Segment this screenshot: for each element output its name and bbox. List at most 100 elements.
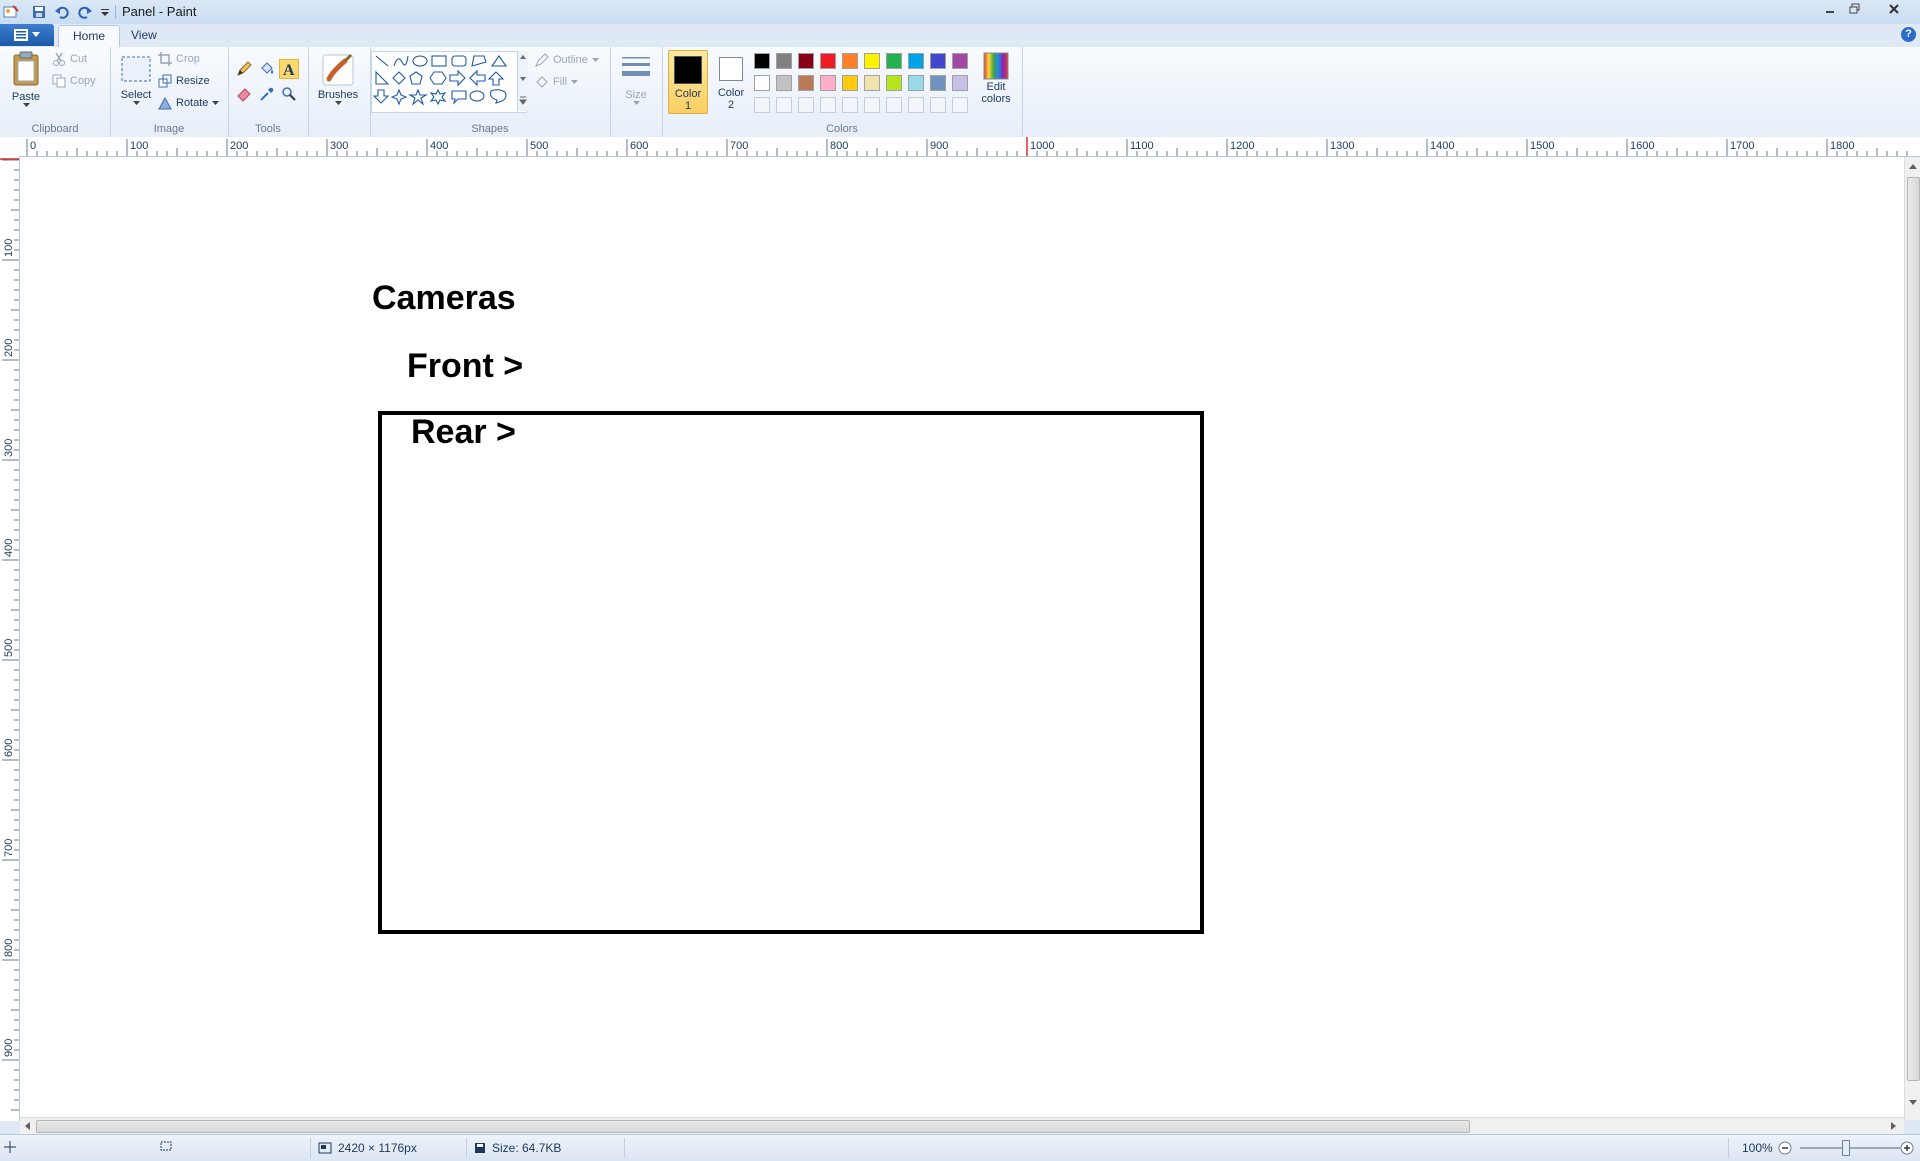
paint-app-icon[interactable] — [2, 3, 20, 21]
cut-button[interactable]: Cut — [52, 52, 87, 66]
palette-color-swatch[interactable] — [754, 75, 770, 91]
zoom-slider-thumb[interactable] — [1842, 1140, 1850, 1156]
vertical-scrollbar[interactable] — [1904, 157, 1920, 1120]
vertical-scroll-thumb[interactable] — [1907, 177, 1920, 1081]
palette-color-swatch[interactable] — [798, 53, 814, 69]
pencil-icon — [237, 61, 252, 76]
color2-swatch — [719, 57, 743, 81]
copy-button[interactable]: Copy — [52, 74, 96, 88]
color2-number: 2 — [727, 99, 735, 111]
zoom-out-button[interactable] — [1778, 1141, 1792, 1155]
customize-arrow-icon[interactable] — [96, 3, 114, 21]
palette-color-swatch[interactable] — [754, 53, 770, 69]
outline-button[interactable]: Outline — [535, 53, 599, 67]
dropdown-arrow-icon — [571, 79, 579, 84]
dropdown-arrow-icon — [212, 100, 220, 105]
palette-color-swatch[interactable] — [776, 53, 792, 69]
scroll-down-arrow-icon[interactable] — [1905, 1097, 1920, 1109]
text-tool[interactable]: A — [279, 59, 299, 79]
drawing-canvas[interactable]: Cameras Front > Rear > — [20, 157, 1904, 1120]
brushes-button[interactable]: Brushes — [314, 51, 362, 106]
palette-custom-slot[interactable] — [930, 97, 946, 113]
undo-icon[interactable] — [53, 3, 71, 21]
palette-custom-slot[interactable] — [754, 97, 770, 113]
rotate-button[interactable]: Rotate — [158, 96, 220, 110]
tab-view[interactable]: View — [117, 25, 171, 46]
palette-color-swatch[interactable] — [864, 75, 880, 91]
palette-color-swatch[interactable] — [886, 53, 902, 69]
eraser-tool[interactable] — [234, 84, 254, 104]
palette-color-swatch[interactable] — [930, 53, 946, 69]
palette-color-swatch[interactable] — [798, 75, 814, 91]
shapes-gallery — [371, 51, 527, 113]
fill-tool[interactable] — [257, 59, 277, 79]
palette-color-swatch[interactable] — [864, 53, 880, 69]
ruler-label: 300 — [3, 439, 15, 457]
magnifier-tool[interactable] — [279, 84, 299, 104]
save-icon[interactable] — [30, 3, 48, 21]
scroll-right-arrow-icon[interactable] — [1888, 1118, 1900, 1134]
image-size-icon — [318, 1142, 332, 1154]
shapes-gallery-scroll[interactable] — [517, 51, 528, 111]
palette-color-swatch[interactable] — [908, 75, 924, 91]
shapes-group-label: Shapes — [471, 123, 509, 135]
tab-home[interactable]: Home — [58, 25, 121, 47]
palette-custom-slot[interactable] — [952, 97, 968, 113]
palette-color-swatch[interactable] — [908, 53, 924, 69]
ruler-label: 100 — [130, 140, 148, 152]
crop-button[interactable]: Crop — [158, 52, 200, 66]
restore-icon[interactable] — [1843, 0, 1867, 18]
palette-color-swatch[interactable] — [820, 75, 836, 91]
horizontal-scrollbar[interactable] — [20, 1117, 1904, 1134]
ruler-label: 1400 — [1430, 140, 1454, 152]
help-icon[interactable]: ? — [1901, 27, 1916, 42]
text-a-icon: A — [283, 62, 295, 77]
fill-button[interactable]: Fill — [535, 75, 579, 89]
horizontal-ruler: 0 100 200 300 400 500 600 700 800 900 1000 1100 1200… — [0, 137, 1920, 157]
palette-color-swatch[interactable] — [842, 75, 858, 91]
palette-color-swatch[interactable] — [930, 75, 946, 91]
palette-custom-slot[interactable] — [908, 97, 924, 113]
edit-colors-button[interactable]: Edit colors — [976, 51, 1016, 105]
size-button[interactable]: Size — [616, 51, 656, 106]
paint-menu-button[interactable] — [0, 24, 54, 46]
palette-custom-slot[interactable] — [842, 97, 858, 113]
zoom-slider-track[interactable] — [1800, 1147, 1900, 1149]
outline-label: Outline — [553, 54, 588, 66]
palette-color-swatch[interactable] — [886, 75, 902, 91]
horizontal-scroll-thumb[interactable] — [36, 1120, 1470, 1133]
palette-color-swatch[interactable] — [776, 75, 792, 91]
scroll-up-arrow-icon[interactable] — [1905, 161, 1920, 173]
palette-custom-slot[interactable] — [798, 97, 814, 113]
close-icon[interactable] — [1882, 0, 1906, 18]
ruler-label: 800 — [3, 939, 15, 957]
palette-color-swatch[interactable] — [952, 53, 968, 69]
palette-color-swatch[interactable] — [952, 75, 968, 91]
redo-icon[interactable] — [76, 3, 94, 21]
palette-custom-slot[interactable] — [820, 97, 836, 113]
palette-color-swatch[interactable] — [820, 53, 836, 69]
paste-button[interactable]: Paste — [8, 51, 44, 108]
palette-custom-slot[interactable] — [886, 97, 902, 113]
title-bar: Panel - Paint — [0, 0, 1920, 24]
colors-group-label: Colors — [826, 123, 858, 135]
palette-custom-slot[interactable] — [776, 97, 792, 113]
canvas-item-front: Front > — [407, 347, 524, 385]
color-picker-tool[interactable] — [257, 84, 277, 104]
minimize-icon[interactable] — [1818, 0, 1842, 18]
select-button[interactable]: Select — [114, 51, 158, 106]
outline-pen-icon — [535, 53, 549, 67]
zoom-in-button[interactable] — [1900, 1141, 1914, 1155]
color2-button[interactable]: Color 2 — [712, 50, 750, 114]
canvas-heading: Cameras — [372, 279, 516, 317]
resize-button[interactable]: Resize — [158, 74, 210, 88]
vertical-ruler-ticks: 100 200 300 400 500 600 700 800 900 — [0, 158, 19, 1111]
color1-button[interactable]: Color 1 — [668, 50, 708, 114]
palette-custom-slot[interactable] — [864, 97, 880, 113]
scroll-left-arrow-icon[interactable] — [22, 1118, 34, 1134]
ruler-label: 300 — [330, 140, 348, 152]
ruler-label: 200 — [3, 339, 15, 357]
palette-color-swatch[interactable] — [842, 53, 858, 69]
ruler-label: 400 — [3, 539, 15, 557]
pencil-tool[interactable] — [234, 59, 254, 79]
